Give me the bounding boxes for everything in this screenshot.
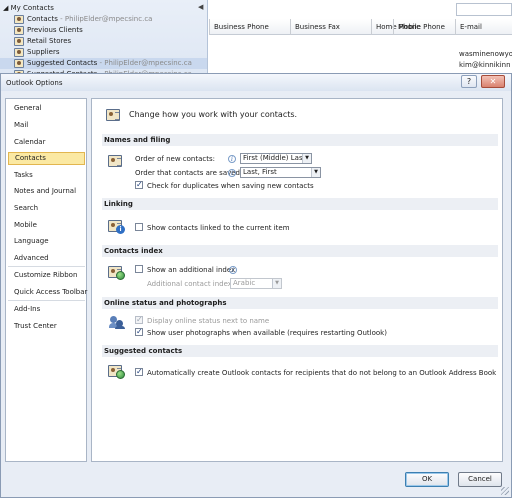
category-calendar[interactable]: Calendar (8, 136, 85, 149)
category-search[interactable]: Search (8, 202, 85, 215)
category-language[interactable]: Language (8, 235, 85, 248)
help-button[interactable]: ? (461, 75, 477, 88)
check-duplicates-label: Check for duplicates when saving new con… (147, 182, 314, 190)
additional-contact-index-label: Additional contact index: (147, 280, 235, 288)
chevron-down-icon: ◢ (3, 4, 9, 12)
section-suggested-contacts: Suggested contacts (102, 345, 498, 357)
folder-item-previous-clients[interactable]: Previous Clients (0, 25, 208, 36)
order-new-contacts-dropdown[interactable]: First (Middle) Last ▼ (240, 153, 312, 164)
options-category-list: General Mail Calendar Contacts Tasks Not… (5, 98, 87, 462)
category-customize-ribbon[interactable]: Customize Ribbon (8, 269, 85, 282)
panel-intro: Change how you work with your contacts. (129, 110, 298, 119)
dialog-titlebar[interactable]: Outlook Options ? ✕ (1, 74, 511, 91)
folder-item-retail-stores[interactable]: Retail Stores (0, 36, 208, 47)
column-email[interactable]: E-mail (455, 19, 512, 35)
contact-card-icon (108, 154, 124, 168)
category-trust-center[interactable]: Trust Center (8, 320, 85, 333)
column-business-fax[interactable]: Business Fax (290, 19, 371, 35)
additional-index-label: Show an additional index (147, 266, 236, 274)
chevron-down-icon: ▼ (272, 279, 281, 288)
category-advanced[interactable]: Advanced (8, 252, 85, 265)
dialog-title: Outlook Options (6, 79, 63, 87)
contact-info-icon: i (108, 219, 125, 234)
additional-contact-index-dropdown[interactable]: Arabic ▼ (230, 278, 282, 289)
chevron-down-icon: ▼ (311, 168, 320, 177)
category-notes-and-journal[interactable]: Notes and Journal (8, 185, 85, 198)
search-contacts-input[interactable] (456, 3, 512, 16)
show-linked-checkbox[interactable] (135, 223, 143, 231)
contacts-folder-icon (14, 26, 24, 35)
auto-create-contacts-checkbox[interactable] (135, 367, 143, 376)
ok-button[interactable]: OK (405, 472, 449, 487)
outlook-options-dialog: Outlook Options ? ✕ General Mail Calenda… (0, 73, 512, 498)
info-icon[interactable]: i (229, 266, 237, 274)
auto-create-contacts-label: Automatically create Outlook contacts fo… (147, 369, 497, 377)
outlook-background: ◢ My Contacts ◀ Contacts - PhilipElder@m… (0, 0, 512, 80)
display-online-status-checkbox[interactable] (135, 315, 143, 324)
section-names-and-filing: Names and filing (102, 134, 498, 146)
category-separator (8, 266, 85, 267)
help-icon: ? (466, 77, 472, 86)
contact-globe-icon (108, 364, 125, 379)
order-new-contacts-label: Order of new contacts: (135, 155, 215, 163)
contacts-folder-icon (14, 15, 24, 24)
email-cell[interactable]: wasminenowyo (459, 49, 512, 59)
info-icon[interactable]: i (228, 155, 236, 163)
show-linked-label: Show contacts linked to the current item (147, 224, 290, 232)
contacts-options-panel: Change how you work with your contacts. … (91, 98, 503, 462)
category-contacts[interactable]: Contacts (8, 152, 85, 165)
email-cell[interactable]: kim@kinnikinn (459, 60, 511, 70)
display-online-status-label: Display online status next to name (147, 317, 270, 325)
folder-item-suggested-contacts[interactable]: Suggested Contacts - PhilipElder@mpecsin… (0, 58, 207, 69)
resize-grip-icon[interactable] (501, 487, 509, 495)
column-mobile-phone[interactable]: Mobile Phone (393, 19, 455, 35)
my-contacts-group[interactable]: ◢ My Contacts (3, 3, 54, 13)
contact-globe-icon (108, 265, 125, 280)
category-general[interactable]: General (8, 102, 85, 115)
section-linking: Linking (102, 198, 498, 210)
category-add-ins[interactable]: Add-Ins (8, 303, 85, 316)
order-saved-label: Order that contacts are saved: (135, 169, 243, 177)
contacts-folder-icon (14, 48, 24, 57)
show-photos-label: Show user photographs when available (re… (147, 329, 387, 337)
section-online-status: Online status and photographs (102, 297, 498, 309)
order-saved-dropdown[interactable]: Last, First ▼ (240, 167, 321, 178)
category-mail[interactable]: Mail (8, 119, 85, 132)
cancel-button[interactable]: Cancel (458, 472, 502, 487)
show-photos-checkbox[interactable] (135, 327, 143, 336)
my-contacts-label: My Contacts (10, 4, 54, 12)
contacts-folder-icon (14, 37, 24, 46)
category-tasks[interactable]: Tasks (8, 169, 85, 182)
folder-item-suppliers[interactable]: Suppliers (0, 47, 208, 58)
people-icon (109, 315, 125, 329)
folder-pane: ◢ My Contacts ◀ Contacts - PhilipElder@m… (0, 0, 208, 80)
check-duplicates-checkbox[interactable] (135, 180, 143, 189)
close-button[interactable]: ✕ (481, 75, 505, 88)
section-contacts-index: Contacts index (102, 245, 498, 257)
column-business-phone[interactable]: Business Phone (209, 19, 290, 35)
contacts-folder-icon (14, 59, 24, 68)
info-icon[interactable]: i (228, 169, 236, 177)
contact-card-icon (106, 108, 122, 122)
category-quick-access-toolbar[interactable]: Quick Access Toolbar (8, 286, 87, 299)
category-mobile[interactable]: Mobile (8, 219, 85, 232)
contact-list-header: Business Phone Business Fax Home Phone M… (209, 19, 512, 35)
additional-index-checkbox[interactable] (135, 265, 143, 273)
collapse-left-icon[interactable]: ◀ (198, 3, 203, 11)
folder-item-contacts[interactable]: Contacts - PhilipElder@mpecsinc.ca (0, 14, 208, 25)
category-separator (8, 300, 85, 301)
chevron-down-icon: ▼ (302, 154, 311, 163)
close-icon: ✕ (489, 77, 497, 86)
